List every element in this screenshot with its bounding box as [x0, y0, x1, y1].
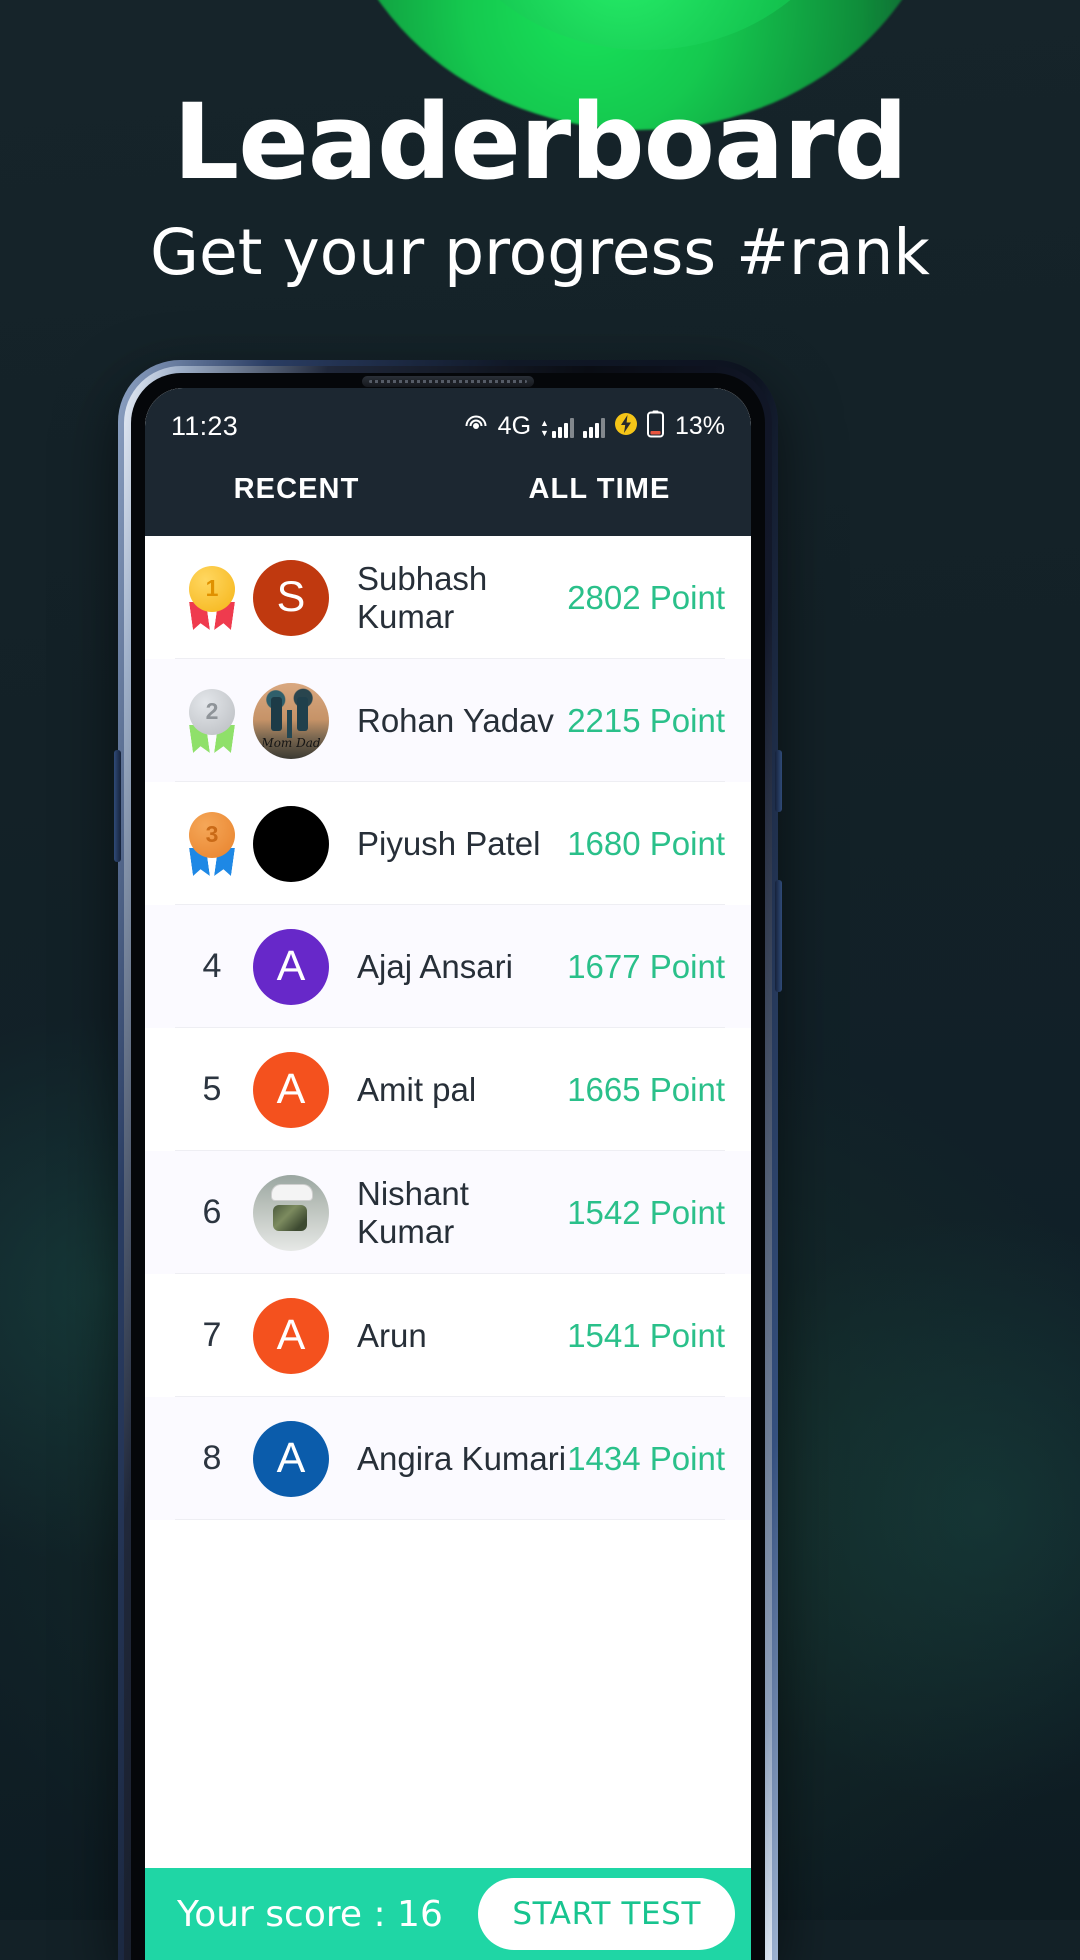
player-name: Subhash Kumar	[357, 559, 488, 635]
your-score-label: Your score : 16	[177, 1893, 443, 1935]
player-name: Rohan Yadav	[357, 701, 554, 739]
status-time: 11:23	[171, 411, 239, 441]
player-points: 1680 Point	[567, 824, 725, 862]
page-subtitle: Get your progress #rank	[150, 216, 930, 289]
player-name: Nishant Kumar	[357, 1174, 469, 1250]
network-type-label: 4G	[497, 412, 532, 440]
status-icons: 4G ▲ ▼ 13%	[463, 410, 725, 443]
avatar: A	[253, 1297, 329, 1374]
player-points: 1541 Point	[567, 1316, 725, 1354]
rank-number-label: 6	[202, 1193, 222, 1231]
table-row[interactable]: 1 S Subhash Kumar 2802 Point	[145, 536, 751, 659]
rank-number: 4	[175, 947, 249, 986]
player-points: 2215 Point	[567, 701, 725, 739]
table-row[interactable]: 8 A Angira Kumari 1434 Point	[145, 1397, 751, 1520]
rank-number: 5	[175, 1070, 249, 1109]
player-name: Piyush Patel	[357, 824, 541, 862]
power-button[interactable]	[775, 750, 782, 812]
tab-bar: RECENT ALL TIME	[145, 447, 751, 536]
player-points: 1434 Point	[567, 1439, 725, 1477]
avatar	[253, 1174, 329, 1251]
tab-recent[interactable]: RECENT	[145, 447, 448, 536]
volume-button[interactable]	[114, 750, 121, 862]
app-header: 11:23 4G ▲ ▼ 13% RECENT ALL TIME	[145, 388, 751, 536]
table-row[interactable]: 5 A Amit pal 1665 Point	[145, 1028, 751, 1151]
rank-number-label: 5	[202, 1070, 222, 1108]
rank-number-label: 4	[202, 947, 222, 985]
table-row[interactable]: 2 Rohan Yadav 2215 Point	[145, 659, 751, 782]
earpiece-speaker	[362, 376, 534, 387]
avatar: A	[253, 1420, 329, 1497]
page-title: Leaderboard	[172, 81, 908, 203]
rank-number-label: 8	[202, 1439, 222, 1477]
rank-number: 6	[175, 1193, 249, 1232]
avatar	[253, 682, 329, 759]
promo-headings: Leaderboard Get your progress #rank	[0, 86, 1080, 288]
hotspot-icon	[463, 413, 489, 440]
data-arrows-icon: ▲ ▼	[540, 417, 549, 438]
avatar: A	[253, 1051, 329, 1128]
leaderboard-list[interactable]: 1S Subhash Kumar 2802 Point 2 Rohan Yadav 221…	[145, 536, 751, 1520]
battery-percent-label: 13%	[674, 412, 725, 440]
table-row[interactable]: 4 A Ajaj Ansari 1677 Point	[145, 905, 751, 1028]
tab-all-time[interactable]: ALL TIME	[448, 447, 751, 536]
signal-bars-icon: ▲ ▼	[540, 416, 574, 438]
start-test-button[interactable]: START TEST	[478, 1878, 735, 1950]
table-row[interactable]: 7 A Arun 1541 Point	[145, 1274, 751, 1397]
medal-bronze-icon: 3	[175, 811, 249, 876]
charging-bolt-icon	[614, 412, 638, 441]
side-button[interactable]	[775, 880, 782, 992]
status-bar: 11:23 4G ▲ ▼ 13%	[145, 402, 751, 447]
table-row[interactable]: 6 Nishant Kumar 1542 Point	[145, 1151, 751, 1274]
rank-number: 7	[175, 1316, 249, 1355]
avatar: A	[253, 928, 329, 1005]
player-name: Arun	[357, 1316, 427, 1354]
phone-mockup: 11:23 4G ▲ ▼ 13% RECENT ALL TIME 1 S Sub…	[114, 360, 782, 1960]
battery-icon	[646, 410, 664, 443]
table-row[interactable]: 3 Piyush Patel 1680 Point	[145, 782, 751, 905]
medal-silver-icon: 2	[175, 688, 249, 753]
phone-screen: 11:23 4G ▲ ▼ 13% RECENT ALL TIME 1 S Sub…	[145, 388, 751, 1960]
player-points: 2802 Point	[567, 578, 725, 616]
player-name: Amit pal	[357, 1070, 477, 1108]
rank-number-label: 7	[202, 1316, 222, 1354]
avatar	[253, 805, 329, 882]
player-name: Angira Kumari	[357, 1439, 567, 1477]
signal-bars-secondary-icon	[582, 416, 605, 438]
player-points: 1542 Point	[567, 1193, 725, 1231]
medal-gold-icon: 1	[175, 565, 249, 630]
player-name: Ajaj Ansari	[357, 947, 513, 985]
player-points: 1677 Point	[567, 947, 725, 985]
player-points: 1665 Point	[567, 1070, 725, 1108]
avatar: S	[253, 559, 329, 636]
bottom-score-bar: Your score : 16 START TEST	[145, 1868, 751, 1960]
rank-number: 8	[175, 1439, 249, 1478]
